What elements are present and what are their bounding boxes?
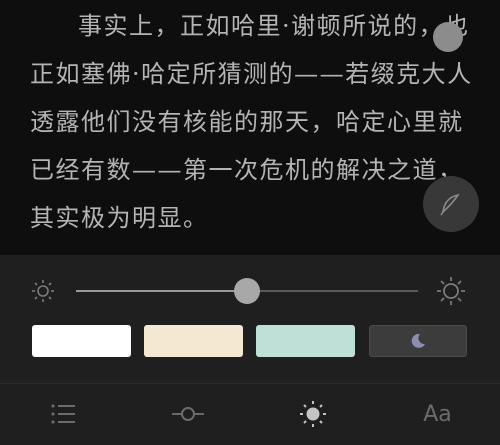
brightness-icon [299,401,326,427]
feather-icon [440,193,460,216]
reading-area: 事实上，正如哈里·谢顿所说的，也正如塞佛·哈定所猜测的——若缀克大人透露他们没有… [0,0,500,255]
tab-font[interactable]: Aa [375,388,500,440]
brightness-slider-thumb[interactable] [234,278,260,304]
theme-green-swatch[interactable] [256,325,355,357]
scroll-indicator[interactable] [433,22,463,52]
tab-progress[interactable] [125,388,250,440]
tab-brightness[interactable] [250,388,375,440]
toolbar-divider [0,383,500,384]
note-button[interactable] [423,176,479,232]
theme-white-swatch[interactable] [32,325,131,357]
brightness-slider-fill [76,290,247,292]
theme-night-swatch[interactable] [369,325,467,357]
brightness-slider[interactable] [76,278,418,304]
progress-slider-icon [171,407,204,421]
list-icon [50,404,75,424]
book-paragraph: 事实上，正如哈里·谢顿所说的，也正如塞佛·哈定所猜测的——若缀克大人透露他们没有… [30,12,473,232]
font-size-label: Aa [423,401,452,427]
theme-sepia-swatch[interactable] [144,325,243,357]
brightness-low-icon [30,278,56,304]
brightness-high-icon [436,276,466,306]
tab-table-of-contents[interactable] [0,388,125,440]
moon-icon [411,333,425,348]
